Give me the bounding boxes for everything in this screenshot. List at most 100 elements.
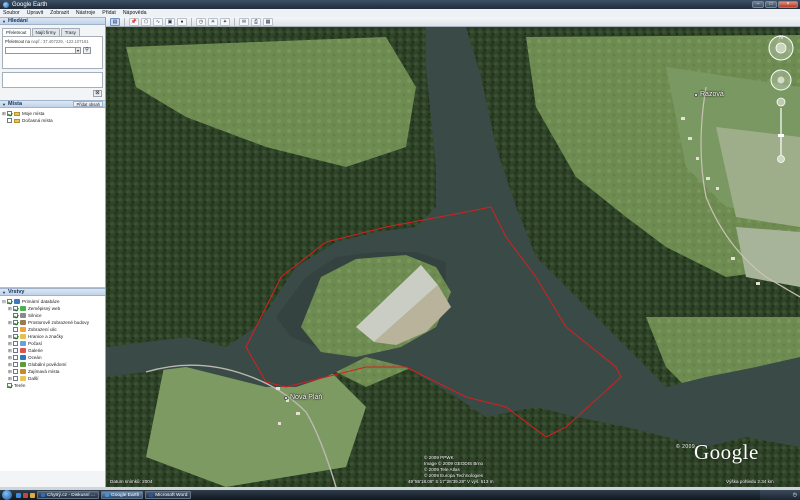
fly-to-text: Přeletnout na (5, 39, 30, 44)
tab-fly-to[interactable]: Přeletnout (2, 28, 31, 36)
place-label-nova-plan[interactable]: Nová Pláň (284, 394, 322, 401)
layer-item[interactable]: ⊞ Další (2, 375, 103, 382)
taskbar-item-google-earth[interactable]: Google Earth (100, 491, 144, 499)
close-button[interactable]: × (778, 1, 798, 8)
layer-label: Zajímavá místa (28, 369, 60, 374)
maps-icon[interactable]: ▦ (263, 17, 273, 26)
menu-add[interactable]: Přidat (102, 10, 116, 16)
layer-label: Hranice a značky (28, 334, 64, 339)
tab-directions[interactable]: Trasy (60, 28, 80, 36)
layer-item[interactable]: Zobrazení ulic (2, 326, 103, 333)
overlay-icon[interactable]: ▣ (165, 17, 175, 26)
taskbar-item-word[interactable]: Microsoft Word (145, 491, 192, 499)
gallery-icon (20, 348, 26, 353)
sidebar-toggle-icon[interactable]: ▤ (110, 17, 120, 26)
layer-item[interactable]: Terén (2, 382, 103, 389)
menu-tools[interactable]: Nástroje (76, 10, 95, 16)
email-icon[interactable]: ✉ (239, 17, 249, 26)
layer-label: Primární databáze (22, 299, 60, 304)
path-icon[interactable]: ∿ (153, 17, 163, 26)
fly-to-panel: Přeletnout na např.: 37.407229, -122.107… (2, 36, 103, 69)
layer-label: Zeměpisný web (28, 306, 61, 311)
layer-item[interactable]: ⊞ Galerie (2, 347, 103, 354)
checkbox[interactable] (13, 327, 18, 332)
places-of-interest-icon (20, 369, 26, 374)
layer-item[interactable]: ⊞ Počasí (2, 340, 103, 347)
collapse-triangle-icon[interactable]: ▼ (2, 290, 6, 295)
layer-item[interactable]: ⊞ Hranice a značky (2, 333, 103, 340)
polygon-icon[interactable]: ⬠ (141, 17, 151, 26)
checkbox[interactable] (7, 111, 12, 116)
layer-item[interactable]: Silnice (2, 312, 103, 319)
checkbox[interactable] (13, 355, 18, 360)
layer-label: Terén (14, 383, 26, 388)
checkbox[interactable] (13, 369, 18, 374)
layer-item[interactable]: ⊟ Primární databáze (2, 298, 103, 305)
place-marker-icon (284, 395, 288, 400)
menu-view[interactable]: Zobrazit (50, 10, 69, 16)
layers-panel-header[interactable]: ▼ Vrstvy (0, 288, 105, 296)
layer-item[interactable]: ⊞ Oceán (2, 354, 103, 361)
ocean-icon (20, 355, 26, 360)
sky-icon[interactable]: ✦ (220, 17, 230, 26)
print-icon[interactable]: ⎙ (251, 17, 261, 26)
checkbox[interactable] (7, 299, 12, 304)
taskbar-item-browser[interactable]: Chytrý.cz - Diskusní ... (37, 491, 99, 499)
chevron-down-icon[interactable]: ▾ (75, 48, 80, 53)
menu-help[interactable]: Nápověda (123, 10, 147, 16)
checkbox[interactable] (7, 383, 12, 388)
collapse-triangle-icon[interactable]: ▼ (2, 19, 6, 24)
layer-label: Zobrazení ulic (28, 327, 57, 332)
copyright-line: © 2009 Europa Technologies (424, 473, 483, 478)
checkbox[interactable] (13, 334, 18, 339)
map-view[interactable]: Razová Nová Pláň N Datum snímků: 2004 © … (106, 27, 800, 487)
search-panel-header[interactable]: ▼ Hledání (0, 17, 105, 25)
search-icon: ⚲ (85, 47, 89, 53)
task-label: Microsoft Word (155, 492, 188, 498)
tour-icon[interactable]: ● (177, 17, 187, 26)
checkbox[interactable] (13, 376, 18, 381)
layer-item[interactable]: ⊞ Zajímavá místa (2, 368, 103, 375)
clear-results-button[interactable]: ⊠ (93, 90, 102, 97)
toolbar-divider (234, 17, 235, 26)
places-item-temporary[interactable]: Dočasná místa (2, 117, 103, 124)
navigation-controls[interactable]: N (766, 33, 796, 163)
layer-item[interactable]: ⊞ Zeměpisný web (2, 305, 103, 312)
start-button[interactable] (2, 490, 12, 500)
checkbox[interactable] (13, 313, 18, 318)
search-button[interactable]: ⚲ (83, 47, 91, 54)
browser-icon (41, 493, 45, 497)
folder-icon (14, 118, 20, 123)
menu-edit[interactable]: Upravit (27, 10, 43, 16)
history-icon[interactable]: ◷ (196, 17, 206, 26)
system-tray[interactable]: ◷ (760, 490, 800, 500)
checkbox[interactable] (13, 348, 18, 353)
layer-label: Globální povědomí (28, 362, 67, 367)
placemark-icon[interactable]: 📌 (129, 17, 139, 26)
copyright-line: © 2009 PPWK (424, 455, 454, 460)
checkbox[interactable] (13, 341, 18, 346)
tab-find-businesses[interactable]: Najít firmy (31, 28, 60, 36)
layer-item[interactable]: ⊞ Globální povědomí (2, 361, 103, 368)
sun-icon[interactable]: ☀ (208, 17, 218, 26)
folder-icon[interactable] (30, 492, 35, 498)
collapse-triangle-icon[interactable]: ▼ (2, 102, 6, 107)
checkbox[interactable] (7, 118, 12, 123)
places-header-label: Místa (7, 101, 23, 107)
media-icon[interactable] (23, 492, 28, 498)
layer-item[interactable]: ⊞ Prostorově zobrazené budovy (2, 319, 103, 326)
search-results-box[interactable] (2, 72, 103, 88)
places-panel-header[interactable]: ▼ Místa Přidat obsah (0, 100, 105, 108)
minimize-button[interactable]: – (752, 1, 764, 8)
ie-icon[interactable] (16, 492, 21, 498)
maximize-button[interactable]: □ (765, 1, 777, 8)
menu-file[interactable]: Soubor (3, 10, 20, 16)
layer-label: Počasí (28, 341, 43, 346)
fly-to-input[interactable]: ▾ (5, 47, 81, 54)
places-item-my-places[interactable]: ⊞ Moje místa (2, 110, 103, 117)
checkbox[interactable] (13, 320, 18, 325)
checkbox[interactable] (13, 362, 18, 367)
checkbox[interactable] (13, 306, 18, 311)
add-content-button[interactable]: Přidat obsah (73, 101, 103, 107)
place-label-razova[interactable]: Razová (694, 91, 724, 98)
